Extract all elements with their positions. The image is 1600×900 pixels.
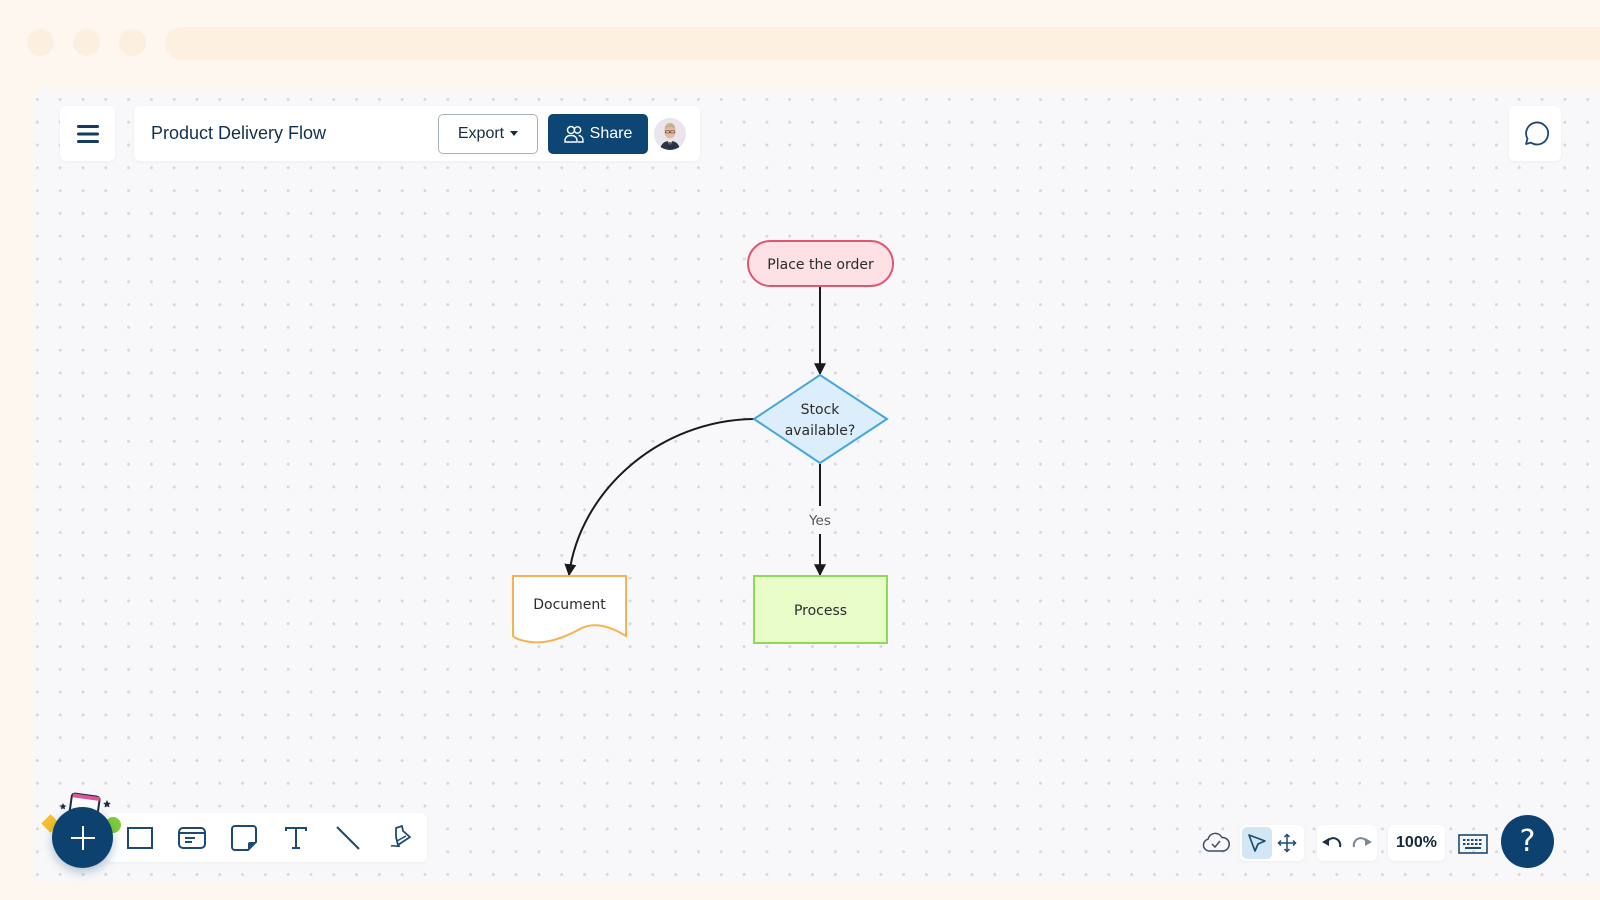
plus-icon	[70, 825, 95, 850]
whiteboard-canvas[interactable]	[34, 88, 1600, 882]
keyboard-shortcuts-button[interactable]	[1457, 828, 1489, 860]
zoom-level[interactable]: 100%	[1388, 825, 1445, 861]
text-icon	[284, 826, 307, 849]
rectangle-tool[interactable]	[125, 823, 154, 852]
select-mode-button[interactable]	[1242, 827, 1272, 859]
undo-icon	[1322, 837, 1342, 848]
node-stock-label-line2: available?	[785, 423, 856, 439]
window-chrome	[0, 0, 1600, 88]
node-stock-label-line1: Stock	[801, 402, 841, 418]
export-button[interactable]: Export	[438, 113, 538, 154]
interaction-mode-group	[1240, 825, 1304, 861]
export-label: Export	[457, 124, 505, 142]
text-tool[interactable]	[281, 823, 310, 852]
hamburger-menu-icon	[76, 124, 99, 143]
address-bar[interactable]	[165, 27, 1600, 60]
card-icon	[177, 826, 206, 849]
undo-button[interactable]	[1319, 827, 1345, 859]
move-arrows-icon	[1277, 833, 1297, 853]
node-process-label: Process	[794, 603, 847, 619]
node-process[interactable]: Process	[753, 575, 888, 644]
help-button[interactable]: ?	[1501, 815, 1554, 868]
comment-bubble-icon	[1525, 121, 1550, 145]
sticky-note-tool[interactable]	[229, 823, 258, 852]
history-controls	[1317, 825, 1377, 861]
users-icon	[563, 125, 584, 143]
comments-button[interactable]	[1509, 106, 1561, 161]
document-title[interactable]: Product Delivery Flow	[151, 123, 438, 144]
redo-icon	[1352, 837, 1372, 848]
pen-icon	[390, 824, 411, 847]
cloud-check-icon	[1202, 832, 1230, 852]
window-close-dot[interactable]	[27, 29, 54, 56]
line-icon	[335, 825, 360, 850]
sticky-note-icon	[230, 824, 257, 851]
node-place-order-label: Place the order	[767, 257, 874, 273]
pen-tool[interactable]	[385, 823, 414, 852]
line-tool[interactable]	[333, 823, 362, 852]
main-menu-button[interactable]	[60, 106, 115, 161]
rectangle-icon	[126, 826, 153, 849]
cloud-save-status[interactable]	[1200, 826, 1232, 858]
window-minimize-dot[interactable]	[73, 29, 100, 56]
redo-button[interactable]	[1349, 827, 1375, 859]
share-label: Share	[589, 124, 633, 142]
cursor-arrow-icon	[1248, 834, 1266, 852]
share-button[interactable]: Share	[548, 113, 648, 154]
pan-mode-button[interactable]	[1272, 827, 1302, 859]
add-button[interactable]	[52, 807, 113, 868]
keyboard-icon	[1458, 834, 1488, 854]
caret-down-icon	[510, 131, 519, 136]
document-header: Product Delivery Flow Export Share	[134, 106, 700, 161]
shape-toolbar	[106, 813, 427, 862]
avatar-portrait-icon	[654, 117, 686, 150]
node-place-order[interactable]: Place the order	[747, 240, 894, 287]
window-maximize-dot[interactable]	[119, 29, 146, 56]
card-tool[interactable]	[177, 823, 206, 852]
node-document-label: Document	[533, 597, 606, 613]
user-avatar[interactable]	[654, 117, 686, 150]
